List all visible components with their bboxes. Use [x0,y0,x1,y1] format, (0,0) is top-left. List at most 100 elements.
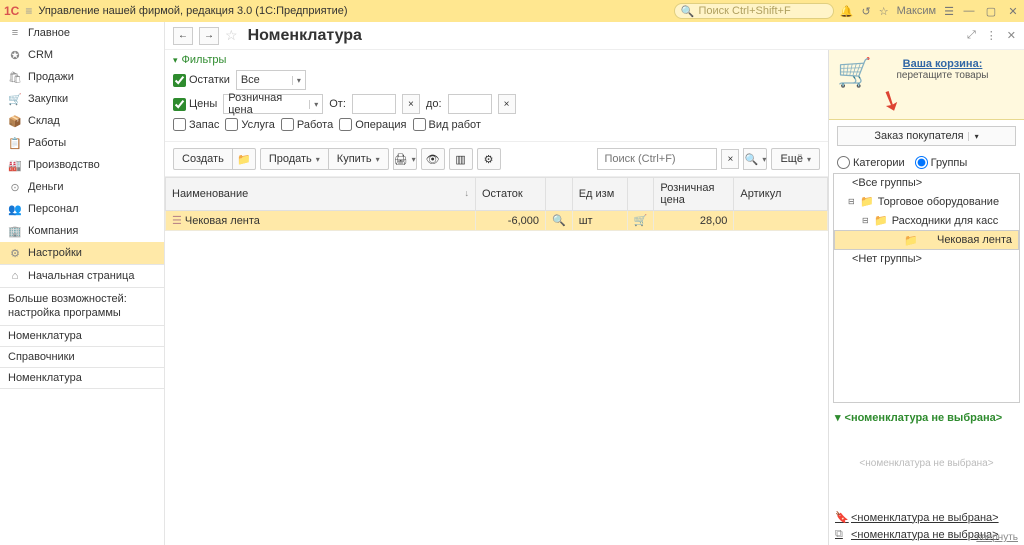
nav-jobs[interactable]: 📋Работы [0,132,164,154]
nav-home[interactable]: ⌂Начальная страница [0,265,164,287]
gear-icon: ⚙ [8,247,22,260]
chevron-down-icon: ▾ [968,132,979,141]
selection-link1[interactable]: 🔖<номенклатура не выбрана> [835,511,1018,524]
nav-extra-nomenclature2[interactable]: Номенклатура [0,368,164,388]
nav-extra-nomenclature1[interactable]: Номенклатура [0,326,164,346]
col-ed[interactable]: Ед изм [572,178,627,211]
nav-money[interactable]: ⊙Деньги [0,176,164,198]
page-title: Номенклатура [248,27,362,45]
nav-production[interactable]: 🏭Производство [0,154,164,176]
basket-title[interactable]: Ваша корзина: [871,58,1014,70]
filters-toggle[interactable]: ▾Фильтры [173,54,820,66]
col-ostatok[interactable]: Остаток [476,178,546,211]
favorite-icon[interactable]: ☆ [225,27,238,44]
filter-from-input[interactable] [352,94,396,114]
filters-panel: ▾Фильтры Остатки Все▾ Цены Розничная цен… [165,50,828,142]
target-icon: ✪ [8,49,22,62]
nav-crm[interactable]: ✪CRM [0,44,164,66]
filter-rabota-check[interactable]: Работа [281,118,333,131]
filter-prices-check[interactable]: Цены [173,98,217,111]
radio-groups[interactable]: Группы [915,156,968,169]
filter-to-input[interactable] [448,94,492,114]
arrow-down-icon: ➘ [873,81,908,121]
cart-icon[interactable]: 🛒 [627,211,654,231]
groups-tree[interactable]: <Все группы> ⊟📁Торговое оборудование ⊟📁Р… [833,173,1020,403]
history-icon[interactable]: ↺ [861,5,870,18]
right-panel: 🛒 Ваша корзина: перетащите товары ➘ Зака… [829,50,1024,545]
filter-from-clear[interactable]: × [402,94,420,114]
create-folder-button[interactable]: 📁 [232,148,256,170]
filter-usluga-check[interactable]: Услуга [225,118,275,131]
cart-icon: 🛒 [837,56,872,89]
nav-purchases[interactable]: 🛒Закупки [0,88,164,110]
folder-icon: 📁 [904,234,918,247]
maximize-icon[interactable]: ▢ [984,5,998,18]
col-artikul[interactable]: Артикул [734,178,828,211]
barcode-button[interactable]: ▥ [449,148,473,170]
filter-zapas-check[interactable]: Запас [173,118,219,131]
nav-settings[interactable]: ⚙Настройки [0,242,164,264]
filter-to-label: до: [426,98,442,110]
tree-node3[interactable]: 📁Чековая лента [834,230,1019,250]
create-button[interactable]: Создать [173,148,233,170]
nav-warehouse[interactable]: 📦Склад [0,110,164,132]
collapse-link[interactable]: свернуть [976,532,1018,543]
nav-extra-more[interactable]: Больше возможностей: настройка программы [0,288,164,325]
main-menu-icon[interactable]: ≡ [25,4,32,18]
minimize-icon[interactable]: — [962,5,976,17]
table-row[interactable]: ☰ Чековая лента -6,000 🔍 шт 🛒 28,00 [166,211,828,231]
window-title: Управление нашей фирмой, редакция 3.0 (1… [38,5,347,17]
user-name[interactable]: Максим [897,5,937,17]
settings-button[interactable]: ⚙ [477,148,501,170]
more-button[interactable]: Ещё▾ [771,148,820,170]
close-icon[interactable]: ✕ [1006,5,1020,18]
nav-extra-refs[interactable]: Справочники [0,347,164,367]
radio-categories[interactable]: Категории [837,156,905,169]
tree-node2[interactable]: ⊟📁Расходники для касс [834,211,1019,230]
global-search[interactable]: 🔍 Поиск Ctrl+Shift+F [674,3,834,19]
link-icon[interactable]: ⤢ [967,29,976,42]
col-name[interactable]: Наименование↓ [166,178,476,211]
minus-icon[interactable]: ⊟ [862,216,870,225]
filter-operacia-check[interactable]: Операция [339,118,406,131]
page-close-icon[interactable]: ✕ [1007,29,1016,42]
search-icon[interactable]: 🔍 [546,211,573,231]
filter-to-clear[interactable]: × [498,94,516,114]
nav-company[interactable]: 🏢Компания [0,220,164,242]
filter-vidrabot-check[interactable]: Вид работ [413,118,481,131]
nav-main[interactable]: ≡Главное [0,22,164,44]
find-button[interactable]: 🔍▾ [743,148,767,170]
table-wrap: Наименование↓ Остаток Ед изм Розничная ц… [165,177,828,545]
nav-staff[interactable]: 👥Персонал [0,198,164,220]
minus-icon[interactable]: ⊟ [848,197,856,206]
more-actions-icon[interactable]: ⋮ [986,29,997,42]
nav-sales[interactable]: 🛍Продажи [0,66,164,88]
col-ed-icon[interactable] [627,178,654,211]
preview-button[interactable]: 👁 [421,148,445,170]
sell-button[interactable]: Продать▾ [260,148,329,170]
selection-header[interactable]: ▾<номенклатура не выбрана> [835,411,1018,424]
coin-icon: ⊙ [8,181,22,194]
buy-button[interactable]: Купить▾ [328,148,389,170]
copy-icon: ⧉ [835,528,847,541]
filter-ostatki-select[interactable]: Все▾ [236,70,306,90]
star-icon[interactable]: ☆ [879,5,889,18]
filter-ostatki-check[interactable]: Остатки [173,74,230,87]
col-ostatok-icon[interactable] [546,178,573,211]
tree-all[interactable]: <Все группы> [834,174,1019,192]
tree-nogroup[interactable]: <Нет группы> [834,250,1019,268]
table-search-clear[interactable]: × [721,149,739,169]
user-menu-icon[interactable]: ☰ [944,5,954,18]
items-table[interactable]: Наименование↓ Остаток Ед изм Розничная ц… [165,177,828,231]
tree-node1[interactable]: ⊟📁Торговое оборудование [834,192,1019,211]
col-price[interactable]: Розничная цена [654,178,734,211]
forward-button[interactable]: → [199,27,219,45]
table-search-input[interactable] [597,148,717,170]
bell-icon[interactable]: 🔔 [840,5,854,18]
chevron-down-icon: ▾ [835,411,841,424]
filter-prices-select[interactable]: Розничная цена▾ [223,94,323,114]
order-button[interactable]: Заказ покупателя▾ [837,126,1016,146]
back-button[interactable]: ← [173,27,193,45]
toolbar: Создать 📁 Продать▾ Купить▾ 🖨▾ 👁 ▥ ⚙ × [165,142,828,177]
print-button[interactable]: 🖨▾ [393,148,417,170]
